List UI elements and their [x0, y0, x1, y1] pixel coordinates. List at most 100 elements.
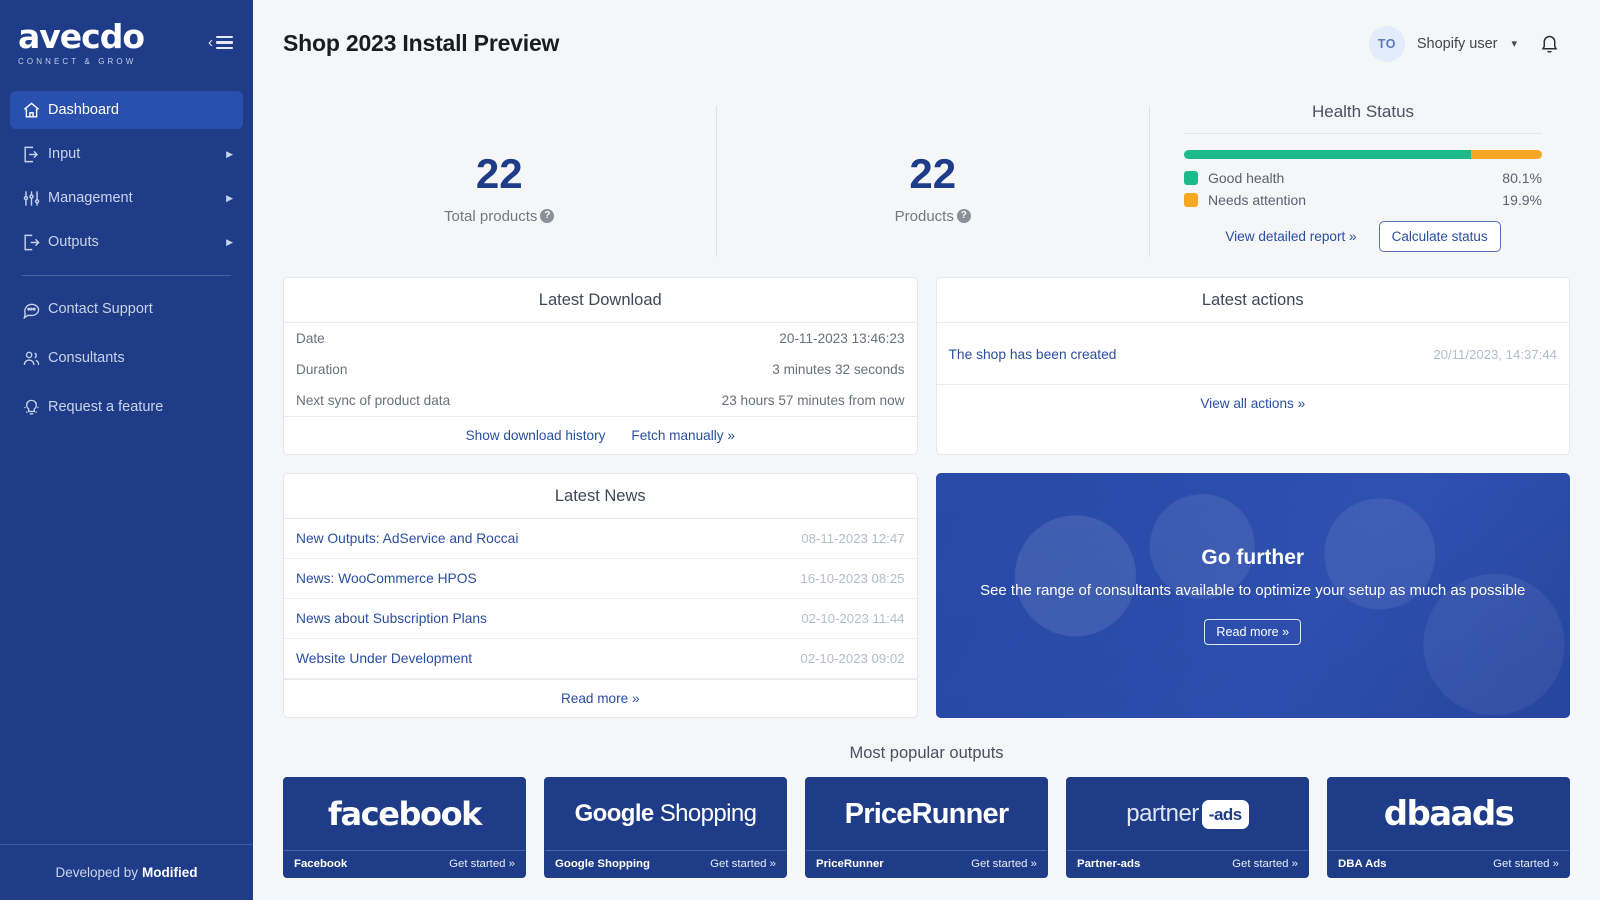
logo-text: dbaads — [1383, 794, 1515, 834]
list-item: Website Under Development 02-10-2023 09:… — [284, 639, 917, 679]
home-icon — [22, 101, 48, 120]
view-detailed-report-link[interactable]: View detailed report » — [1225, 229, 1356, 244]
get-started-link[interactable]: Get started » — [1493, 858, 1559, 870]
health-status-title: Health Status — [1184, 102, 1542, 134]
card-title: Latest Download — [284, 278, 917, 323]
sidebar-item-request-a-feature[interactable]: Request a feature — [10, 388, 243, 426]
legend-good-health: Good health 80.1% — [1184, 170, 1542, 186]
health-status-panel: Health Status Good health 80.1% Needs at… — [1150, 92, 1570, 277]
output-card-pricerunner[interactable]: PriceRunner PriceRunner Get started » — [805, 777, 1048, 878]
output-name: DBA Ads — [1338, 858, 1387, 870]
user-name-label: Shopify user — [1416, 35, 1498, 52]
news-label[interactable]: News: WooCommerce HPOS — [296, 571, 477, 586]
health-actions: View detailed report » Calculate status — [1184, 220, 1542, 252]
sidebar-item-label: Dashboard — [48, 102, 119, 118]
stat-label-wrap: Products ? — [895, 208, 971, 225]
row-value: 20-11-2023 13:46:23 — [779, 331, 905, 346]
output-card-footer: PriceRunner Get started » — [806, 850, 1047, 877]
fetch-manually-link[interactable]: Fetch manually » — [631, 428, 735, 443]
get-started-link[interactable]: Get started » — [971, 858, 1037, 870]
go-further-promo[interactable]: Go further See the range of consultants … — [935, 473, 1570, 718]
stat-total-products: 22 Total products ? — [283, 92, 716, 277]
sidebar-collapse-button[interactable]: ‹ — [208, 35, 233, 50]
sidebar-nav: Dashboard Input ▶ Management ▶ Outputs ▶… — [0, 85, 253, 437]
logo-text-badge: -ads — [1201, 799, 1249, 829]
logo-text-secondary: Shopping — [659, 800, 757, 827]
chat-bubble-icon — [22, 300, 48, 319]
brand-tagline: CONNECT & GROW — [18, 56, 137, 66]
sidebar-item-label: Management — [48, 190, 133, 206]
output-card-footer: Facebook Get started » — [284, 850, 525, 877]
news-label[interactable]: News about Subscription Plans — [296, 611, 487, 626]
card-footer: View all actions » — [936, 384, 1569, 422]
calculate-status-button[interactable]: Calculate status — [1378, 220, 1501, 252]
promo-read-more-button[interactable]: Read more » — [1204, 619, 1302, 646]
stat-value: 22 — [475, 149, 523, 197]
logo-text: facebook — [327, 795, 483, 833]
output-card-footer: Partner-ads Get started » — [1067, 850, 1308, 877]
promo-subtitle: See the range of consultants available t… — [980, 581, 1526, 599]
get-started-link[interactable]: Get started » — [710, 858, 776, 870]
health-bar-good — [1184, 149, 1471, 159]
output-name: Partner-ads — [1077, 858, 1141, 870]
app-root: avecdo CONNECT & GROW ‹ Dashboard Input … — [0, 0, 1600, 900]
sidebar-item-outputs[interactable]: Outputs ▶ — [10, 223, 243, 261]
action-time: 20/11/2023, 14:37:44 — [1433, 347, 1557, 362]
dba-ads-logo: dbaads — [1328, 778, 1569, 850]
users-icon — [22, 349, 48, 368]
row-key: Next sync of product data — [296, 393, 451, 408]
output-card-footer: DBA Ads Get started » — [1328, 850, 1569, 877]
get-started-link[interactable]: Get started » — [449, 858, 515, 870]
user-menu[interactable]: TO Shopify user ▾ — [1368, 25, 1517, 62]
news-read-more-link[interactable]: Read more » — [561, 691, 640, 706]
output-card-facebook[interactable]: facebook Facebook Get started » — [283, 777, 526, 878]
most-popular-outputs-title: Most popular outputs — [849, 744, 1004, 762]
output-card-google-shopping[interactable]: Google Shopping Google Shopping Get star… — [544, 777, 787, 878]
latest-news-card: Latest News New Outputs: AdService and R… — [283, 473, 918, 718]
chevron-left-icon: ‹ — [208, 34, 213, 51]
avatar: TO — [1368, 25, 1405, 62]
notification-bell-icon[interactable] — [1539, 33, 1560, 54]
stat-label: Products — [894, 207, 954, 225]
sidebar-item-input[interactable]: Input ▶ — [10, 135, 243, 173]
stat-products: 22 Products ? — [717, 92, 1150, 277]
news-label[interactable]: Website Under Development — [296, 651, 472, 666]
chevron-right-icon: ▶ — [226, 192, 233, 203]
latest-actions-card: Latest actions The shop has been created… — [935, 277, 1570, 455]
sidebar-item-management[interactable]: Management ▶ — [10, 179, 243, 217]
sidebar-item-label: Outputs — [48, 234, 99, 250]
logo-text: PriceRunner — [844, 797, 1009, 830]
hamburger-icon — [216, 35, 233, 50]
get-started-link[interactable]: Get started » — [1232, 858, 1298, 870]
stat-label: Total products — [444, 207, 538, 225]
list-item: News: WooCommerce HPOS 16-10-2023 08:25 — [284, 559, 917, 599]
export-icon — [22, 233, 48, 252]
output-card-partner-ads[interactable]: partner -ads Partner-ads Get started » — [1066, 777, 1309, 878]
partner-ads-logo: partner -ads — [1067, 778, 1308, 850]
output-name: Google Shopping — [555, 858, 650, 870]
sidebar-item-dashboard[interactable]: Dashboard — [10, 91, 243, 129]
news-time: 16-10-2023 08:25 — [800, 571, 905, 586]
top-bar: Shop 2023 Install Preview TO Shopify use… — [253, 0, 1600, 88]
show-download-history-link[interactable]: Show download history — [466, 428, 606, 443]
sidebar-item-consultants[interactable]: Consultants — [10, 339, 243, 377]
output-card-dba-ads[interactable]: dbaads DBA Ads Get started » — [1327, 777, 1570, 878]
view-all-actions-link[interactable]: View all actions » — [1200, 396, 1305, 411]
action-label[interactable]: The shop has been created — [949, 347, 1117, 362]
sidebar-item-label: Contact Support — [48, 301, 153, 317]
sidebar-item-label: Consultants — [48, 350, 125, 366]
table-row: Date 20-11-2023 13:46:23 — [284, 323, 917, 354]
card-footer: Show download history Fetch manually » — [284, 416, 917, 454]
sidebar: avecdo CONNECT & GROW ‹ Dashboard Input … — [0, 0, 269, 900]
page-title: Shop 2023 Install Preview — [283, 30, 560, 57]
list-item: The shop has been created 20/11/2023, 14… — [937, 343, 1570, 366]
pricerunner-logo: PriceRunner — [806, 778, 1047, 850]
developer-brand: Modified — [142, 865, 198, 880]
help-icon[interactable]: ? — [956, 209, 971, 224]
sidebar-item-contact-support[interactable]: Contact Support — [10, 290, 243, 328]
news-label[interactable]: New Outputs: AdService and Roccai — [296, 531, 518, 546]
legend-percent: 80.1% — [1502, 169, 1542, 186]
stat-label-wrap: Total products ? — [444, 207, 555, 225]
help-icon[interactable]: ? — [540, 209, 555, 224]
list-item: New Outputs: AdService and Roccai 08-11-… — [284, 519, 917, 559]
